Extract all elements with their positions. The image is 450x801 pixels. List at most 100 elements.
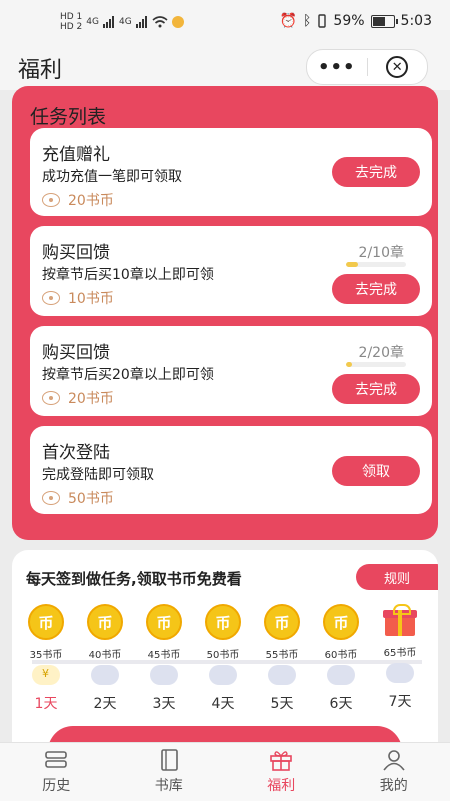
sim2-label: HD 2 xyxy=(60,22,82,32)
task-card-purchase-10: 购买回馈 按章节后买10章以上即可领 10书币 2/10章 去完成 xyxy=(30,226,432,316)
signin-dot xyxy=(150,665,178,685)
signin-dot xyxy=(386,663,414,683)
nav-label: 我的 xyxy=(380,775,408,795)
more-dots-icon: ••• xyxy=(318,57,356,78)
signin-day-label: 1天 xyxy=(35,693,58,713)
task-go-button[interactable]: 去完成 xyxy=(332,157,420,187)
coin-eye-icon xyxy=(42,193,60,207)
task-reward-amount: 20书币 xyxy=(68,388,114,408)
nav-item-library[interactable]: 书库 xyxy=(113,743,226,801)
page-title: 福利 xyxy=(18,52,62,84)
signin-day-label: 5天 xyxy=(271,693,294,713)
money-bag-icon xyxy=(32,665,60,685)
nav-item-welfare[interactable]: 福利 xyxy=(225,743,338,801)
signin-dot xyxy=(327,665,355,685)
nav-item-mine[interactable]: 我的 xyxy=(338,743,450,801)
task-reward: 10书币 xyxy=(42,288,114,308)
signin-day-4[interactable]: 币 50书币 4天 xyxy=(193,604,253,713)
task-reward: 50书币 xyxy=(42,488,114,508)
signin-day-label: 4天 xyxy=(212,693,235,713)
signin-day-label: 2天 xyxy=(94,693,117,713)
sim1-label: HD 1 xyxy=(60,12,82,22)
coin-eye-icon xyxy=(42,291,60,305)
status-left: HD 1 HD 2 4G 4G xyxy=(60,12,184,32)
bluetooth-icon: ᛒ xyxy=(303,13,311,29)
task-desc: 成功充值一笔即可领取 xyxy=(42,166,182,186)
task-name: 充值赠礼 xyxy=(42,140,110,165)
nav-label: 书库 xyxy=(155,775,183,795)
bottom-nav: 历史 书库 福利 我的 xyxy=(0,742,450,801)
task-progress-fill xyxy=(346,262,358,267)
task-claim-button[interactable]: 领取 xyxy=(332,456,420,486)
signin-dot xyxy=(209,665,237,685)
signal-icon xyxy=(103,16,115,28)
signin-day-amount: 40书币 xyxy=(89,646,122,661)
task-reward: 20书币 xyxy=(42,190,114,210)
signin-day-label: 7天 xyxy=(389,691,412,711)
task-card-recharge: 充值赠礼 成功充值一笔即可领取 20书币 去完成 xyxy=(30,128,432,216)
nav-label: 历史 xyxy=(42,775,70,795)
task-progress-bar xyxy=(346,362,406,367)
status-right: ⏰ ᛒ 59% 5:03 xyxy=(280,13,432,29)
close-button[interactable]: ✕ xyxy=(368,50,428,84)
mini-program-capsule: ••• ✕ xyxy=(306,49,428,85)
signin-day-7[interactable]: 65书币 7天 xyxy=(370,604,430,711)
user-icon xyxy=(381,749,407,771)
task-reward: 20书币 xyxy=(42,388,114,408)
nav-label: 福利 xyxy=(267,775,295,795)
task-go-button[interactable]: 去完成 xyxy=(332,274,420,304)
signin-day-2[interactable]: 币 40书币 2天 xyxy=(75,604,135,713)
signal-icon xyxy=(136,16,148,28)
signin-day-amount: 50书币 xyxy=(207,646,240,661)
status-bar: HD 1 HD 2 4G 4G ⏰ ᛒ 59% 5:03 xyxy=(0,0,450,44)
signin-day-1[interactable]: 币 35书币 1天 xyxy=(16,604,76,713)
task-progress-text: 2/10章 xyxy=(359,242,404,262)
network1-label: 4G xyxy=(86,17,99,27)
task-desc: 完成登陆即可领取 xyxy=(42,464,154,484)
signin-day-3[interactable]: 币 45书币 3天 xyxy=(134,604,194,713)
battery-percent: 59% xyxy=(333,13,364,29)
coin-icon: 币 xyxy=(87,604,123,640)
title-bar: 福利 ••• ✕ xyxy=(0,44,450,90)
signin-day-amount: 65书币 xyxy=(384,644,417,659)
coin-icon: 币 xyxy=(146,604,182,640)
coin-icon: 币 xyxy=(205,604,241,640)
coin-icon: 币 xyxy=(264,604,300,640)
task-name: 首次登陆 xyxy=(42,438,110,463)
task-panel: 任务列表 充值赠礼 成功充值一笔即可领取 20书币 去完成 购买回馈 按章节后买… xyxy=(12,86,438,540)
task-name: 购买回馈 xyxy=(42,338,110,363)
task-reward-amount: 10书币 xyxy=(68,288,114,308)
coin-icon: 币 xyxy=(323,604,359,640)
signin-panel: 每天签到做任务,领取书币免费看 规则 币 35书币 1天 币 40书币 2天 币… xyxy=(12,550,438,760)
signin-day-5[interactable]: 币 55书币 5天 xyxy=(252,604,312,713)
task-progress-bar xyxy=(346,262,406,267)
task-progress-text: 2/20章 xyxy=(359,342,404,362)
task-progress-fill xyxy=(346,362,352,367)
coin-eye-icon xyxy=(42,391,60,405)
signin-day-amount: 35书币 xyxy=(30,646,63,661)
rules-button[interactable]: 规则 xyxy=(356,564,438,590)
wifi-icon xyxy=(152,16,168,28)
signin-dot xyxy=(268,665,296,685)
signin-day-amount: 60书币 xyxy=(325,646,358,661)
nav-item-history[interactable]: 历史 xyxy=(0,743,113,801)
signin-day-amount: 45书币 xyxy=(148,646,181,661)
signin-day-label: 6天 xyxy=(330,693,353,713)
app-notification-icon xyxy=(172,16,184,28)
gift-icon xyxy=(383,604,417,638)
battery-icon xyxy=(371,15,395,28)
signin-day-6[interactable]: 币 60书币 6天 xyxy=(311,604,371,713)
gift-icon xyxy=(268,749,294,771)
signin-day-label: 3天 xyxy=(153,693,176,713)
task-desc: 按章节后买10章以上即可领 xyxy=(42,264,214,284)
task-card-purchase-20: 购买回馈 按章节后买20章以上即可领 20书币 2/20章 去完成 xyxy=(30,326,432,416)
task-card-first-login: 首次登陆 完成登陆即可领取 50书币 领取 xyxy=(30,426,432,514)
task-go-button[interactable]: 去完成 xyxy=(332,374,420,404)
network2-label: 4G xyxy=(119,17,132,27)
task-reward-amount: 20书币 xyxy=(68,190,114,210)
history-icon xyxy=(43,749,69,771)
coin-eye-icon xyxy=(42,491,60,505)
more-button[interactable]: ••• xyxy=(307,50,367,84)
task-desc: 按章节后买20章以上即可领 xyxy=(42,364,214,384)
alarm-icon: ⏰ xyxy=(280,13,297,29)
